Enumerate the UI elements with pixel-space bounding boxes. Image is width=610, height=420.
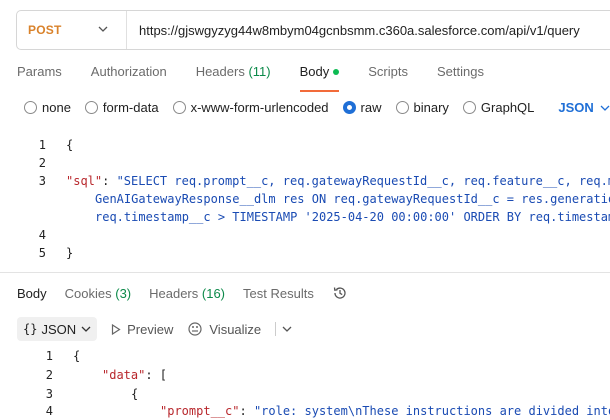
toolbar-divider [275,322,277,336]
tab-headers[interactable]: Headers (11) [196,64,271,84]
radio-circle [462,101,476,114]
radio-label: GraphQL [480,100,535,115]
line-number: 5 [38,246,46,260]
radio-circle [395,101,409,114]
tab-count: (16) [201,285,226,301]
visualize-label: Visualize [209,321,262,337]
code-text: "prompt__c": "role: system\nThese instru… [160,404,610,418]
format-label: JSON [41,321,77,337]
tab-count: (11) [248,64,271,79]
json-string: "SELECT req.prompt__c, req.gatewayReques… [116,174,610,188]
line-number: 3 [45,387,53,401]
radio-label: none [42,100,71,115]
tab-label: Headers [149,285,199,301]
chevron-down-icon [600,105,610,111]
request-tabs: Params Authorization Headers (11) Body S… [17,64,513,92]
tab-label: Authorization [90,64,167,79]
chevron-down-icon[interactable] [282,326,292,332]
chevron-down-icon [98,26,108,32]
tab-label: Params [17,64,62,79]
response-tab-test-results[interactable]: Test Results [243,286,314,301]
braces-icon: {} [23,322,38,336]
visualize-icon [188,322,202,336]
radio-circle [172,101,186,114]
radio-label: raw [360,100,382,115]
play-icon [112,323,121,335]
tab-settings[interactable]: Settings [437,64,484,84]
tab-label: Scripts [368,64,408,79]
tab-scripts[interactable]: Scripts [368,64,408,84]
raw-format-label: JSON [558,100,594,115]
tab-authorization[interactable]: Authorization [91,64,167,84]
method-select[interactable]: POST [17,11,127,49]
line-number: 4 [45,404,53,418]
history-icon[interactable] [332,285,348,301]
json-key: "sql" [66,174,103,188]
tab-label: Settings [436,64,484,79]
code-text: { [66,138,74,152]
json-string: req.timestamp__c > TIMESTAMP '2025-04-20… [95,210,610,224]
line-number: 2 [38,156,46,170]
response-tab-body[interactable]: Body [17,286,47,301]
radio-x-www-form-urlencoded[interactable]: x-www-form-urlencoded [172,100,329,115]
response-tab-cookies[interactable]: Cookies (3) [65,286,131,301]
radio-none[interactable]: none [24,100,71,115]
response-tab-headers[interactable]: Headers (16) [149,286,225,301]
tab-count: (3) [115,285,132,301]
code-text: } [66,246,74,260]
code-text: "data": [ [102,368,167,382]
body-type-options: none form-data x-www-form-urlencoded raw… [24,100,610,115]
raw-format-select[interactable]: JSON [558,100,610,115]
tab-label: Cookies [64,285,112,301]
response-toolbar: {} JSON Preview Visualize [17,317,292,341]
visualize-button[interactable]: Visualize [187,321,261,337]
radio-form-data[interactable]: form-data [84,100,159,115]
radio-circle [342,101,356,114]
response-body-viewer[interactable]: 1 { 2 "data": [ 3 { 4 "prompt__c": "role… [0,349,610,420]
radio-raw[interactable]: raw [342,100,382,115]
tab-label: Body [17,285,47,301]
json-colon: : [102,174,117,188]
tab-label: Body [299,64,330,79]
url-input[interactable]: https://gjswgyzyg44w8mbym04gcnbsmm.c360a… [127,23,580,38]
radio-label: x-www-form-urlencoded [190,100,329,115]
line-number: 4 [38,228,46,242]
radio-label: binary [413,100,449,115]
radio-circle [24,101,37,114]
json-colon: : [239,404,254,418]
code-text: { [73,349,81,363]
url-bar: POST https://gjswgyzyg44w8mbym04gcnbsmm.… [16,10,610,50]
response-format-select[interactable]: {} JSON [17,317,98,341]
tab-params[interactable]: Params [17,64,62,84]
tab-body[interactable]: Body [299,64,340,92]
code-text: "sql": "SELECT req.prompt__c, req.gatewa… [66,174,610,188]
json-string: "role: system\nThese instructions are di… [253,404,610,418]
pane-divider[interactable] [0,272,610,273]
tab-label: Test Results [243,285,314,301]
request-body-editor[interactable]: 1 { 2 3 "sql": "SELECT req.prompt__c, re… [0,138,610,268]
preview-button[interactable]: Preview [111,322,173,337]
line-number: 2 [45,368,53,382]
radio-binary[interactable]: binary [395,100,449,115]
line-number: 1 [45,349,53,363]
tab-label: Headers [195,64,245,79]
radio-graphql[interactable]: GraphQL [462,100,535,115]
json-string: GenAIGatewayResponse__dlm res ON req.gat… [95,192,610,206]
modified-dot-icon [333,68,340,75]
chevron-down-icon [81,326,91,332]
method-label: POST [28,23,62,37]
preview-label: Preview [127,321,174,337]
json-key: "data" [102,368,146,382]
line-number: 3 [38,174,46,188]
radio-circle [84,101,98,114]
response-tabs: Body Cookies (3) Headers (16) Test Resul… [17,285,348,301]
line-number: 1 [38,138,46,152]
code-text: { [131,387,139,401]
radio-label: form-data [102,100,159,115]
json-key: "prompt__c" [160,404,240,418]
json-punct: : [ [145,368,168,382]
